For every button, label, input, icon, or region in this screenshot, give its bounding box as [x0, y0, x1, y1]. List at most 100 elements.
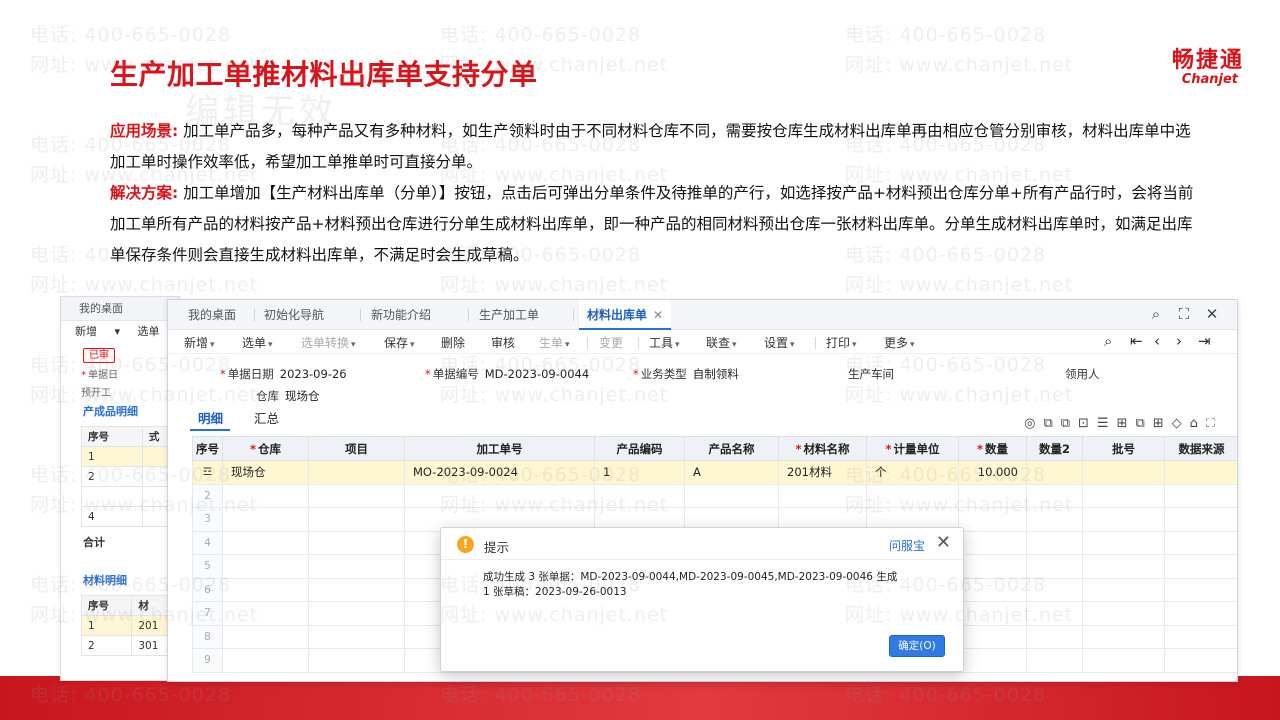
col-order-no: 加工单号	[404, 436, 595, 461]
back-products-grid: 序号式 1 2 4	[81, 426, 179, 527]
warning-icon: !	[457, 536, 474, 553]
locate-icon[interactable]: ⌕	[1104, 332, 1112, 350]
settings-button[interactable]: 设置 ▾	[764, 334, 795, 351]
active-tab-underline	[190, 429, 230, 431]
select-button[interactable]: 选单 ▾	[242, 334, 273, 351]
field-doc-code[interactable]: * 单据编号 MD-2023-09-0044	[425, 366, 589, 382]
bottom-red-band	[0, 676, 1280, 720]
tab-init-guide[interactable]: 初始化导航	[264, 300, 324, 330]
table-row[interactable]: 2	[192, 483, 1237, 508]
close-icon[interactable]: ✕	[1203, 305, 1221, 323]
print-button[interactable]: 打印 ▾	[826, 334, 857, 351]
cell-unit[interactable]: 个	[866, 460, 959, 485]
col-material-name: * 材料名称	[778, 436, 867, 461]
background-window: 我的桌面 新增 ▾ 选单 已审 * 单据日 预开工 产成品明细 序号式 1 2 4…	[60, 296, 180, 681]
tools-button[interactable]: 工具 ▾	[649, 334, 680, 351]
new-button[interactable]: 新增 ▾	[184, 334, 215, 351]
close-icon[interactable]: ✕	[936, 532, 951, 553]
ok-button[interactable]: 确定(O)	[889, 635, 945, 657]
cell-order-no[interactable]: MO-2023-09-0024	[404, 460, 595, 485]
field-biz-type[interactable]: * 业务类型 自制领料	[633, 366, 739, 382]
col-quantity: * 数量	[958, 436, 1027, 461]
grid-header-row: 序号 * 仓库 项目 加工单号 产品编码 产品名称 * 材料名称 * 计量单位 * 数量…	[192, 436, 1237, 461]
link-query-button[interactable]: 联查 ▾	[706, 334, 737, 351]
back-section-products[interactable]: 产成品明细	[83, 403, 138, 419]
col-product-code: 产品编码	[594, 436, 685, 461]
delete-button[interactable]: 删除	[441, 334, 465, 351]
cell-product-name[interactable]: A	[684, 460, 779, 485]
tab-my-desktop[interactable]: 我的桌面	[188, 300, 236, 330]
back-field-date: * 单据日	[81, 370, 118, 381]
watermark-site: 网址: www.chanjet.net	[845, 274, 1074, 296]
back-toolbar: 新增 ▾ 选单	[61, 321, 179, 343]
dialog-message: 成功生成 3 张单据：MD-2023-09-0044,MD-2023-09-00…	[483, 570, 953, 600]
field-receiver[interactable]: 领用人	[1065, 366, 1100, 382]
field-warehouse[interactable]: 仓库 现场仓	[256, 388, 320, 404]
save-button[interactable]: 保存 ▾	[384, 334, 415, 351]
window-tab-bar: 我的桌面 初始化导航 新功能介绍 生产加工单 材料出库单 ✕ ⌕ ⛶ ✕	[168, 300, 1237, 330]
tab-detail[interactable]: 明细	[198, 408, 223, 427]
back-section-materials[interactable]: 材料明细	[83, 572, 127, 588]
last-page-icon[interactable]: ⇥	[1198, 332, 1211, 350]
search-icon[interactable]: ⌕	[1147, 305, 1165, 323]
field-doc-date[interactable]: * 单据日期 2023-09-26	[220, 366, 347, 382]
back-col-index: 序号	[80, 595, 133, 616]
cell-product-code[interactable]: 1	[594, 460, 685, 485]
help-link[interactable]: 问服宝	[889, 537, 925, 554]
table-row[interactable]: 1	[81, 446, 179, 467]
col-index: 序号	[192, 436, 223, 461]
maximize-icon[interactable]: ⛶	[1175, 305, 1193, 323]
watermark-site: 网址: www.chanjet.net	[30, 274, 259, 296]
field-workshop[interactable]: 生产车间	[848, 366, 894, 382]
grid-toolbar-icons[interactable]: ◎⧉⧉⊡☰⊞⧉⊞◇⌂⛶	[1024, 416, 1223, 431]
prev-page-icon[interactable]: ‹	[1154, 332, 1160, 350]
back-field-start: 预开工	[81, 388, 111, 399]
table-row[interactable]: 2 301	[80, 635, 179, 656]
watermark-site: 网址: www.chanjet.net	[845, 54, 1074, 76]
description-block: 应用场景: 加工单产品多，每种产品又有多种材料，如生产领料时由于不同材料仓库不同…	[110, 116, 1200, 271]
cell-warehouse[interactable]: 现场仓	[222, 460, 309, 485]
prompt-dialog: ! 提示 问服宝 ✕ 成功生成 3 张单据：MD-2023-09-0044,MD…	[440, 527, 964, 672]
watermark-phone: 电话: 400-665-0028	[30, 24, 232, 46]
tab-summary[interactable]: 汇总	[254, 408, 279, 427]
table-row[interactable]: 1 201	[80, 615, 179, 636]
watermark-phone: 电话: 400-665-0028	[440, 24, 642, 46]
change-button[interactable]: 变更	[599, 334, 623, 351]
tab-material-outbound[interactable]: 材料出库单 ✕	[579, 300, 672, 330]
generate-button[interactable]: 生单 ▾	[539, 334, 570, 351]
back-col-index: 序号	[81, 426, 143, 447]
col-unit: * 计量单位	[866, 436, 959, 461]
back-sum-label: 合计	[83, 536, 105, 549]
row-menu-icon[interactable]: ☲	[192, 460, 223, 485]
convert-button[interactable]: 选单转换 ▾	[301, 334, 356, 351]
chanjet-logo: 畅捷通 Chanjet	[1172, 42, 1244, 87]
solution-text: 加工单增加【生产材料出库单（分单）】按钮，点击后可弹出分单条件及待推单的产行，如…	[110, 184, 1194, 264]
cell-project[interactable]	[308, 460, 405, 485]
back-tab-desktop[interactable]: 我的桌面	[61, 297, 179, 321]
first-page-icon[interactable]: ⇤	[1130, 332, 1143, 350]
back-select-button[interactable]: 选单	[138, 325, 160, 338]
watermark-phone: 电话: 400-665-0028	[845, 24, 1047, 46]
dialog-title: 提示	[484, 540, 510, 555]
table-row[interactable]	[81, 486, 179, 507]
scene-label: 应用场景:	[110, 122, 179, 140]
table-row[interactable]: ☲ 现场仓 MO-2023-09-0024 1 A 201材料 个 10.000	[192, 460, 1237, 485]
next-page-icon[interactable]: ›	[1176, 332, 1182, 350]
audit-button[interactable]: 审核	[491, 334, 515, 351]
tab-production-order[interactable]: 生产加工单	[479, 300, 539, 330]
table-row[interactable]: 4	[81, 506, 179, 527]
watermark-site: 网址: www.chanjet.net	[440, 274, 669, 296]
status-badge: 已审	[83, 348, 115, 363]
cell-material[interactable]: 201材料	[778, 460, 867, 485]
table-row[interactable]: 2	[81, 466, 179, 487]
dialog-message-line2: 1 张草稿：2023-09-26-0013	[483, 586, 627, 598]
scene-text: 加工单产品多，每种产品又有多种材料，如生产领料时由于不同材料仓库不同，需要按仓库…	[110, 122, 1191, 171]
close-tab-icon[interactable]: ✕	[653, 308, 663, 322]
cell-quantity[interactable]: 10.000	[958, 460, 1027, 485]
col-source: 数据来源	[1164, 436, 1237, 461]
col-warehouse: * 仓库	[222, 436, 309, 461]
back-new-button[interactable]: 新增 ▾	[75, 325, 120, 338]
col-quantity2: 数量2	[1026, 436, 1083, 461]
more-button[interactable]: 更多 ▾	[884, 334, 915, 351]
tab-new-features[interactable]: 新功能介绍	[371, 300, 431, 330]
